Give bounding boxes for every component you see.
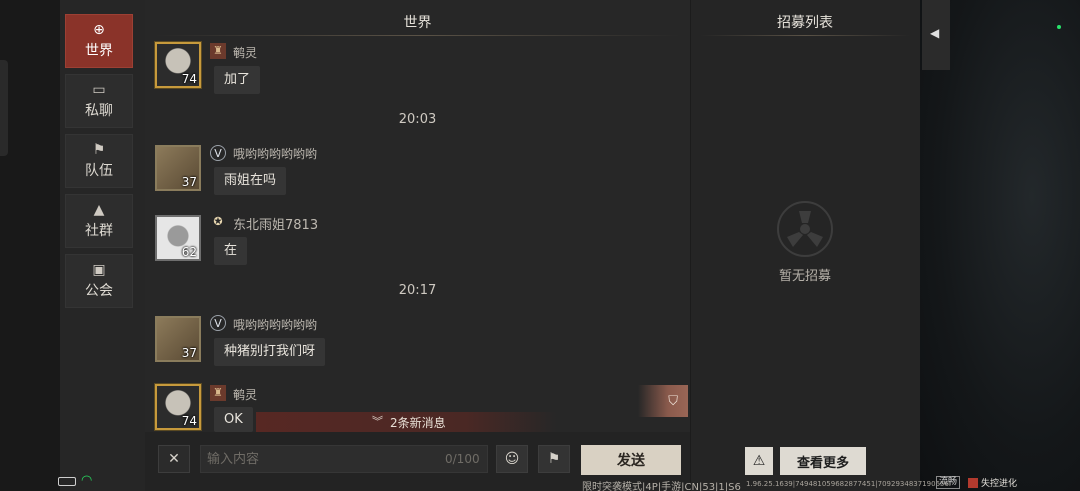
rank-badge-icon: ♜ xyxy=(210,43,226,59)
avatar[interactable]: 62 xyxy=(155,215,201,261)
avatar[interactable]: 74 xyxy=(155,384,201,430)
avatar[interactable]: 37 xyxy=(155,145,201,191)
online-indicator xyxy=(1057,25,1061,29)
message-bubble[interactable]: OK xyxy=(214,407,253,432)
timestamp: 20:03 xyxy=(398,112,437,127)
game-logo-icon xyxy=(968,478,978,488)
battery-icon xyxy=(58,477,76,486)
wifi-icon: ◠ xyxy=(81,473,93,488)
locate-button[interactable]: ⛉ xyxy=(638,385,688,417)
tab-guild[interactable]: ▣ 公会 xyxy=(65,254,133,308)
tab-community[interactable]: ▲ 社群 xyxy=(65,194,133,248)
mode-info: 限时突袭模式|4P|手游|CN|53|1|S6 xyxy=(582,482,741,491)
smooth-badge: 流畅 xyxy=(936,476,961,489)
vip-badge-icon: V xyxy=(210,315,226,331)
avatar[interactable]: 37 xyxy=(155,316,201,362)
warning-icon: ⚠ xyxy=(752,453,766,469)
see-more-button[interactable]: 查看更多 xyxy=(780,447,866,475)
new-messages-label[interactable]: 2条新消息 xyxy=(390,414,446,431)
char-counter: 0/100 xyxy=(445,452,480,466)
sender-name: 哦哟哟哟哟哟哟 xyxy=(233,318,318,332)
game-background xyxy=(920,0,1080,491)
banner-icon: ▣ xyxy=(92,262,106,278)
header-divider xyxy=(155,35,680,36)
double-chevron-down-icon: ︾ xyxy=(372,415,383,428)
message-bubble[interactable]: 加了 xyxy=(214,66,261,94)
flag-icon: ⚑ xyxy=(92,142,106,158)
vip-badge-icon: V xyxy=(210,145,226,161)
send-button[interactable]: 发送 xyxy=(581,445,681,475)
sender-name: 东北雨姐7813 xyxy=(233,218,319,233)
empty-recruit-label: 暂无招募 xyxy=(778,269,831,284)
chat-panel xyxy=(145,0,690,432)
rank-badge-icon: ♜ xyxy=(210,385,226,401)
sender-name: 鹌灵 xyxy=(233,46,258,60)
timestamp: 20:17 xyxy=(398,283,437,298)
left-margin xyxy=(0,0,60,491)
version-info: 1.96.25.1639|749481059682877451|70929348… xyxy=(746,480,951,488)
message-bubble[interactable]: 雨姐在吗 xyxy=(214,167,287,195)
tab-private[interactable]: ▭ 私聊 xyxy=(65,74,133,128)
globe-icon: ⊕ xyxy=(93,22,105,38)
empty-recruit-icon xyxy=(777,201,833,257)
emoji-button[interactable]: ☺ xyxy=(496,445,528,473)
chat-bubbles-icon: ▭ xyxy=(92,82,106,98)
sender-name: 哦哟哟哟哟哟哟 xyxy=(233,147,318,161)
mic-muted-icon: ✕ xyxy=(168,451,180,467)
smiley-icon: ☺ xyxy=(504,451,520,467)
share-position-button[interactable]: ⚑ xyxy=(538,445,570,473)
header-divider xyxy=(700,35,910,36)
triangle-left-icon: ◀ xyxy=(930,26,940,40)
star-badge-icon: ✪ xyxy=(213,215,223,228)
tab-world[interactable]: ⊕ 世界 xyxy=(65,14,133,68)
report-button[interactable]: ⚠ xyxy=(745,447,773,475)
message-bubble[interactable]: 种猪别打我们呀 xyxy=(214,338,326,366)
game-logo-text: 失控进化 xyxy=(981,479,1018,489)
voice-toggle-button[interactable]: ✕ xyxy=(158,445,190,473)
message-bubble[interactable]: 在 xyxy=(214,237,248,265)
seat-icon: ⛉ xyxy=(668,393,678,409)
campfire-icon: ▲ xyxy=(93,202,105,218)
avatar[interactable]: 74 xyxy=(155,42,201,88)
chat-title: 世界 xyxy=(403,15,432,31)
edge-handle[interactable] xyxy=(0,60,8,156)
sender-name: 鹌灵 xyxy=(233,388,258,402)
recruit-title: 招募列表 xyxy=(777,15,833,31)
flag-share-icon: ⚑ xyxy=(547,451,561,467)
tab-team[interactable]: ⚑ 队伍 xyxy=(65,134,133,188)
